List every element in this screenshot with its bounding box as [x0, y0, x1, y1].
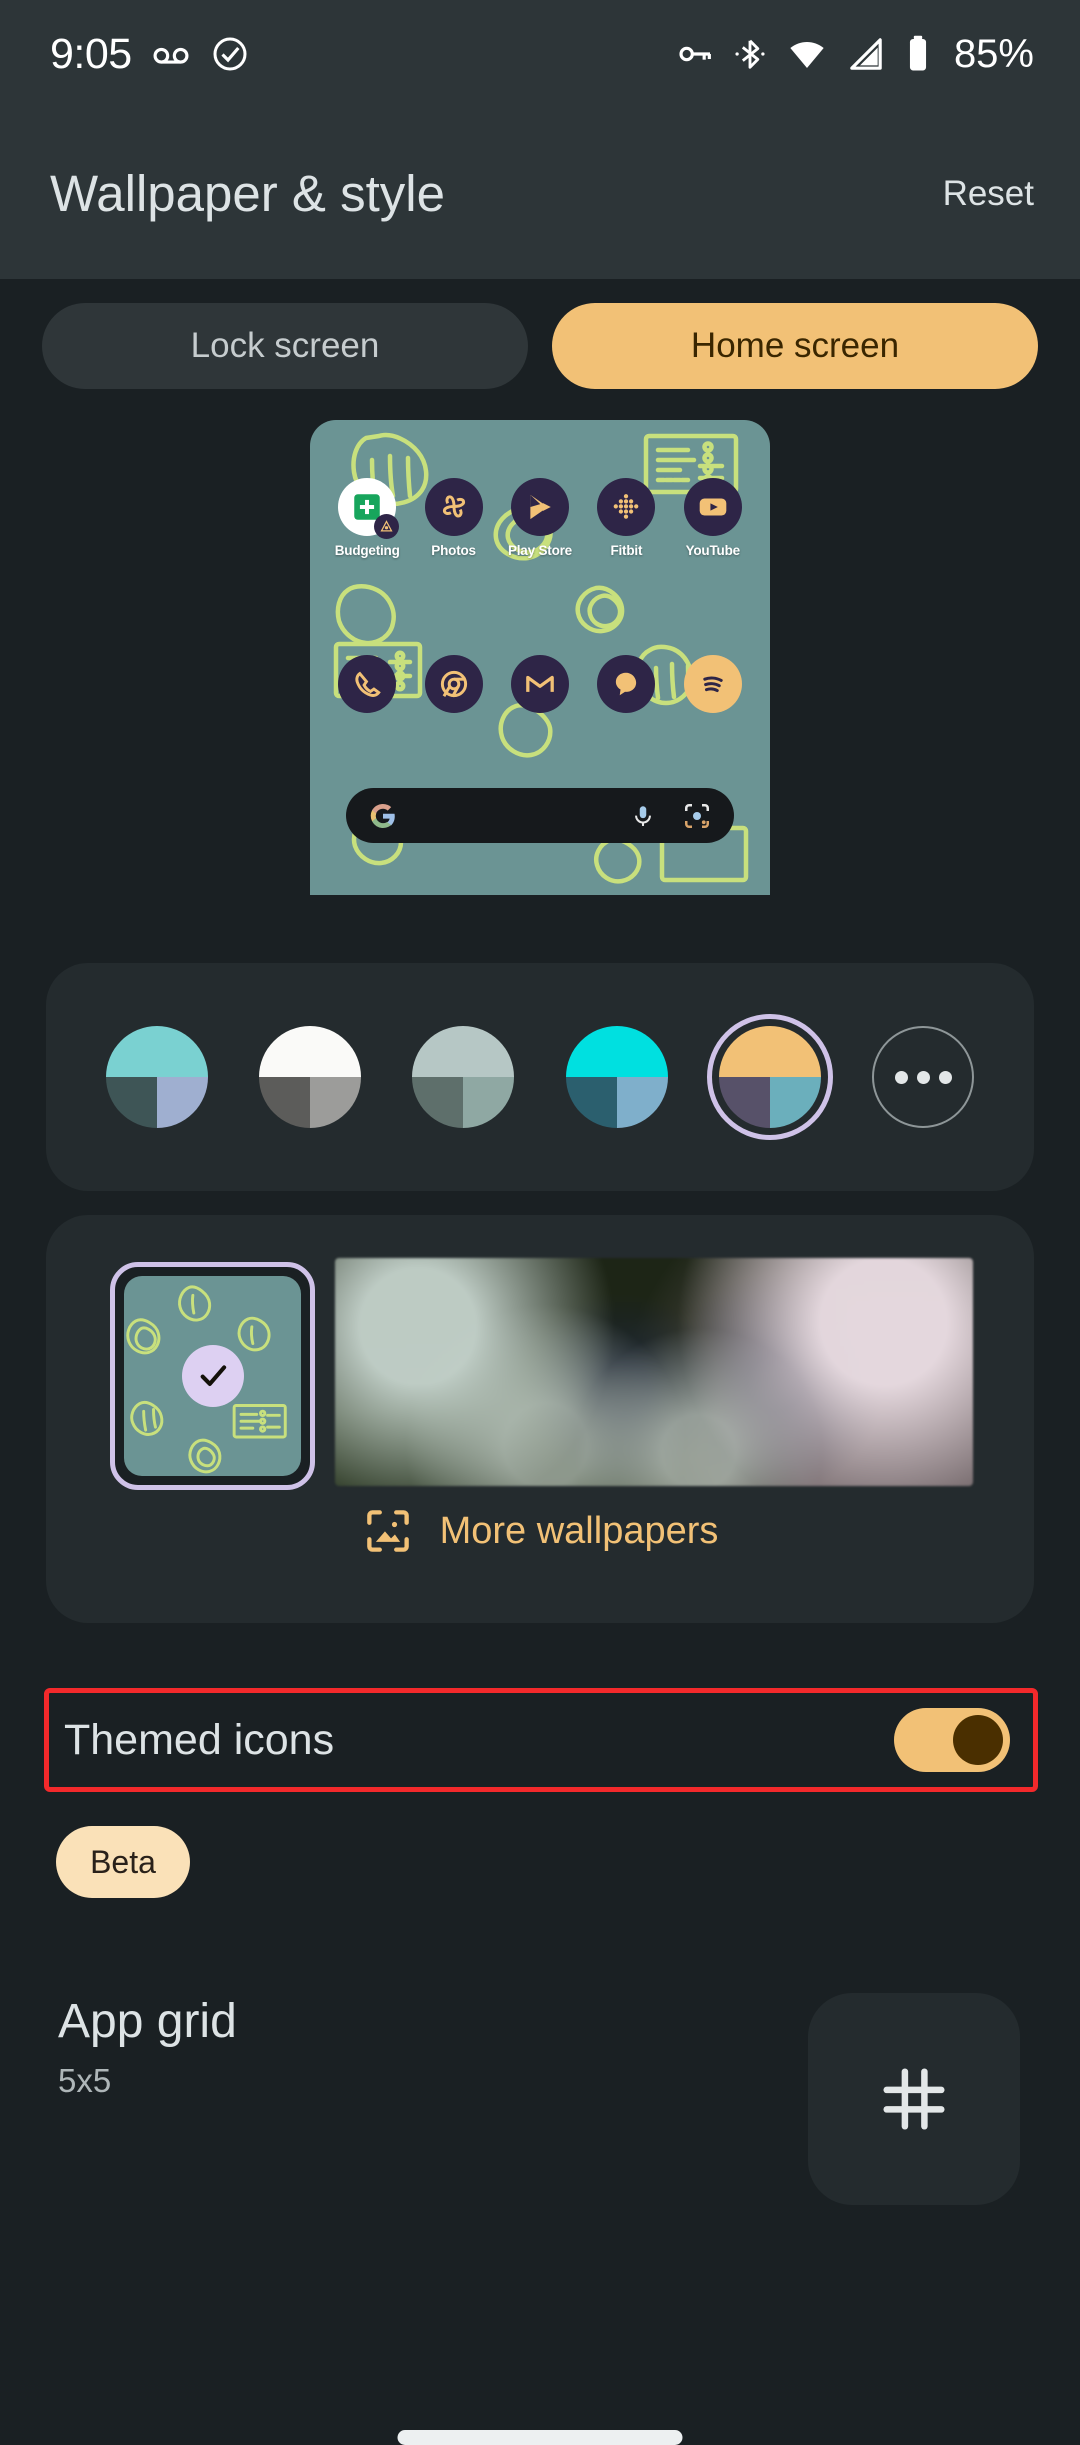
vpn-key-icon [679, 46, 711, 62]
tab-home-screen-label: Home screen [690, 326, 900, 365]
app-label: Budgeting [334, 543, 400, 558]
color-palette-card [46, 963, 1034, 1191]
status-bar-right: 85% [675, 32, 1034, 77]
app-label: Play Store [507, 543, 572, 558]
app-messages[interactable] [588, 655, 664, 720]
battery-icon [909, 35, 926, 71]
screen-tabs: Lock screen Home screen [0, 279, 1080, 389]
image-frame-icon [366, 1510, 409, 1552]
google-search-bar[interactable] [346, 788, 734, 843]
grid-hash-icon [883, 2068, 945, 2130]
color-swatch-row [46, 963, 1034, 1191]
battery-percent: 85% [953, 31, 1034, 76]
status-clock: 9:05 [50, 29, 132, 78]
google-photos-icon [424, 478, 483, 536]
app-spotify[interactable] [675, 655, 751, 720]
wallpaper-thumbnail-photo[interactable] [335, 1258, 973, 1486]
more-colors-icon [872, 1026, 975, 1128]
page-header: Wallpaper & style Reset [0, 108, 1080, 279]
messages-icon [597, 655, 656, 713]
microphone-icon[interactable] [630, 801, 656, 831]
app-grid-title: App grid [58, 1995, 237, 2048]
app-photos[interactable]: Photos [416, 478, 492, 558]
cell-signal-icon [850, 38, 882, 70]
tab-lock-screen-label: Lock screen [190, 326, 380, 365]
app-phone[interactable] [329, 655, 405, 720]
budgeting-badge-icon [374, 514, 400, 539]
app-label: Fitbit [610, 543, 643, 558]
tab-home-screen[interactable]: Home screen [552, 303, 1038, 389]
google-lens-icon[interactable] [682, 801, 712, 831]
app-grid-value: 5x5 [58, 2062, 112, 2099]
app-grid-section: App grid 5x5 [58, 1994, 237, 2100]
more-wallpapers-button[interactable]: More wallpapers [0, 1505, 1080, 1557]
check-circle-icon [213, 37, 247, 71]
themed-icons-highlight-box [44, 1688, 1038, 1792]
budgeting-icon [338, 478, 400, 539]
more-wallpapers-label: More wallpapers [439, 1509, 719, 1552]
color-swatch-sage[interactable] [400, 1014, 526, 1140]
page-title: Wallpaper & style [50, 165, 445, 222]
play-store-icon [510, 478, 569, 536]
reset-button[interactable]: Reset [943, 174, 1034, 214]
wallpaper-thumbnail-image [124, 1276, 301, 1476]
app-gmail[interactable] [502, 655, 578, 720]
app-chrome[interactable] [416, 655, 492, 720]
preview-app-row-2 [310, 655, 770, 720]
fitbit-icon [597, 478, 656, 536]
color-swatch-teal[interactable] [94, 1014, 220, 1140]
color-swatch-amber-selected[interactable] [706, 1014, 833, 1140]
google-g-icon [370, 803, 395, 828]
wallpaper-selected-check [181, 1345, 244, 1407]
status-bar-left: 9:05 [50, 30, 250, 79]
app-fitbit[interactable]: Fitbit [588, 478, 664, 558]
tab-lock-screen[interactable]: Lock screen [42, 303, 528, 389]
status-bar: 9:05 85% [0, 0, 1080, 108]
search-actions [630, 801, 712, 831]
bluetooth-icon [735, 39, 765, 69]
chrome-icon [424, 655, 483, 713]
more-colors-button[interactable] [860, 1014, 986, 1140]
preview-app-row-1: Budgeting Photos Play Store Fitbit YouTu… [310, 478, 770, 558]
wallpaper-thumbnail-selected[interactable] [110, 1262, 315, 1490]
gmail-icon [510, 655, 569, 713]
voicemail-icon [153, 47, 189, 64]
app-grid-button[interactable] [808, 1993, 1020, 2205]
wifi-icon [790, 42, 824, 68]
spotify-icon [683, 655, 742, 713]
app-youtube[interactable]: YouTube [675, 478, 751, 558]
app-play-store[interactable]: Play Store [502, 478, 578, 558]
color-swatch-white[interactable] [247, 1014, 373, 1140]
app-label: YouTube [685, 543, 741, 558]
beta-badge: Beta [56, 1826, 190, 1898]
home-screen-preview[interactable]: Budgeting Photos Play Store Fitbit YouTu… [310, 420, 770, 895]
phone-icon [338, 655, 397, 713]
youtube-icon [683, 478, 742, 536]
home-gesture-pill[interactable] [397, 2430, 683, 2445]
app-label: Photos [431, 543, 476, 558]
app-budgeting[interactable]: Budgeting [329, 478, 405, 558]
color-swatch-cyan[interactable] [554, 1014, 680, 1140]
